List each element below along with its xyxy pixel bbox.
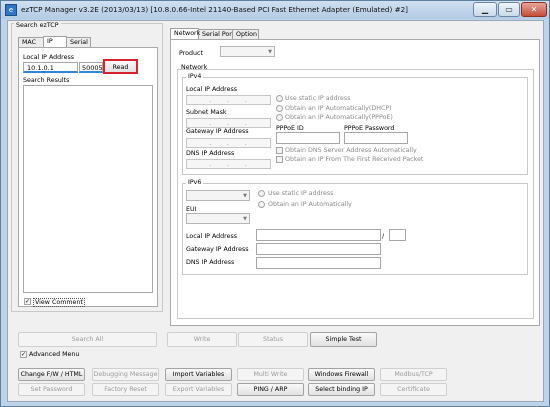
- modbus-tcp-button[interactable]: Modbus/TCP: [380, 368, 447, 381]
- pppoe-id-input[interactable]: [276, 132, 340, 144]
- dns-auto-checkbox[interactable]: [276, 147, 283, 154]
- product-select[interactable]: ▼: [220, 46, 275, 57]
- app-icon: e: [5, 4, 17, 16]
- certificate-button[interactable]: Certificate: [380, 383, 447, 396]
- ipv6-gateway-label: Gateway IP Address: [186, 246, 249, 253]
- window-title: ezTCP Manager v3.2E (2013/03/13) [10.8.0…: [21, 5, 408, 14]
- ipv4-local-ip-field[interactable]: . . .: [186, 95, 271, 105]
- local-ip-input[interactable]: 10.1.0.1: [23, 62, 78, 73]
- ipv6-local-ip-input[interactable]: [256, 229, 381, 241]
- subnet-mask-field[interactable]: . . .: [186, 118, 271, 128]
- ipv6-dns-label: DNS IP Address: [186, 259, 235, 266]
- product-label: Product: [179, 50, 203, 57]
- view-comment-label: View Comment: [33, 298, 85, 307]
- view-comment-checkbox[interactable]: ✓: [24, 298, 31, 305]
- factory-reset-button[interactable]: Factory Reset: [92, 383, 159, 396]
- read-button-label: Read: [112, 64, 129, 71]
- advanced-menu-label: Advanced Menu: [29, 351, 80, 358]
- ipv4-label: IPv4: [186, 73, 204, 80]
- ipv6-mode-select[interactable]: ▼: [186, 190, 250, 201]
- subnet-mask-label: Subnet Mask: [186, 109, 227, 116]
- windows-firewall-button[interactable]: Windows Firewall: [308, 368, 375, 381]
- ipv4-static-radio[interactable]: [276, 95, 283, 102]
- local-ip-value: 10.1.0.1: [27, 64, 54, 72]
- dropdown-arrow-icon: ▼: [268, 49, 272, 55]
- ipv4-dhcp-label: Obtain an IP Automatically(DHCP): [285, 105, 392, 112]
- pppoe-password-input[interactable]: [344, 132, 408, 144]
- tab-mac[interactable]: MAC: [18, 37, 44, 47]
- import-variables-button[interactable]: Import Variables: [165, 368, 232, 381]
- ipv6-prefix-input[interactable]: [389, 229, 406, 241]
- eui-label: EUI: [186, 206, 197, 213]
- checkmark-icon: ✓: [25, 298, 31, 305]
- ipv4-pppoe-radio[interactable]: [276, 114, 283, 121]
- title-bar[interactable]: e ezTCP Manager v3.2E (2013/03/13) [10.8…: [1, 1, 549, 19]
- ipv6-auto-label: Obtain an IP Automatically: [268, 201, 352, 208]
- gateway-ip-label: Gateway IP Address: [186, 128, 249, 135]
- multi-write-button[interactable]: Multi Write: [237, 368, 304, 381]
- first-packet-checkbox[interactable]: [276, 156, 283, 163]
- pppoe-id-label: PPPoE ID: [276, 125, 304, 132]
- export-variables-button[interactable]: Export Variables: [165, 383, 232, 396]
- change-fw-html-button[interactable]: Change F/W / HTML: [18, 368, 85, 381]
- minimize-icon[interactable]: ▁: [473, 2, 497, 17]
- ipv4-pppoe-label: Obtain an IP Automatically(PPPoE): [285, 114, 393, 121]
- checkmark-icon: ✓: [21, 351, 27, 358]
- first-packet-label: Obtain an IP From The First Received Pac…: [285, 156, 424, 163]
- dns-ip-field[interactable]: . . .: [186, 159, 271, 169]
- tab-ip[interactable]: IP: [43, 36, 67, 47]
- ipv6-label: IPv6: [186, 179, 204, 186]
- search-group-label: Search ezTCP: [14, 22, 61, 29]
- ipv4-dhcp-radio[interactable]: [276, 105, 283, 112]
- gateway-ip-field[interactable]: . . .: [186, 138, 271, 148]
- status-button[interactable]: Status: [238, 332, 308, 347]
- ipv6-gateway-input[interactable]: [256, 243, 381, 255]
- dns-auto-label: Obtain DNS Server Address Automatically: [285, 147, 417, 154]
- search-all-button[interactable]: Search All: [18, 332, 157, 347]
- select-binding-ip-button[interactable]: Select binding IP: [308, 383, 375, 396]
- port-value: 50005: [82, 64, 103, 72]
- client-area: Search ezTCP MAC IP Serial Local IP Addr…: [7, 20, 544, 402]
- app-window: e ezTCP Manager v3.2E (2013/03/13) [10.8…: [0, 0, 550, 407]
- write-button[interactable]: Write: [167, 332, 237, 347]
- dropdown-arrow-icon: ▼: [243, 193, 247, 199]
- tab-network[interactable]: Network: [170, 28, 200, 39]
- dropdown-arrow-icon: ▼: [243, 216, 247, 222]
- debugging-message-button[interactable]: Debugging Message: [92, 368, 159, 381]
- search-results-label: Search Results: [23, 77, 70, 84]
- ipv6-static-radio[interactable]: [258, 190, 265, 197]
- simple-test-button[interactable]: Simple Test: [310, 332, 377, 347]
- ipv4-local-ip-label: Local IP Address: [186, 86, 238, 93]
- pppoe-password-label: PPPoE Password: [344, 125, 395, 132]
- maximize-icon[interactable]: ▭: [498, 2, 520, 17]
- set-password-button[interactable]: Set Password: [18, 383, 85, 396]
- prefix-slash: /: [382, 233, 385, 240]
- search-results-list[interactable]: [23, 85, 153, 293]
- ipv6-local-ip-label: Local IP Address: [186, 233, 238, 240]
- ipv6-dns-input[interactable]: [256, 257, 381, 269]
- close-icon[interactable]: ✕: [521, 2, 547, 17]
- port-input[interactable]: 50005: [79, 62, 103, 73]
- ipv6-static-label: Use static IP address: [268, 190, 334, 197]
- tab-option[interactable]: Option: [232, 29, 259, 39]
- ping-arp-button[interactable]: PING / ARP: [237, 383, 304, 396]
- ipv4-static-label: Use static IP address: [285, 95, 351, 102]
- tab-serial-port[interactable]: Serial Port: [198, 29, 234, 39]
- eui-select[interactable]: ▼: [186, 213, 250, 224]
- local-ip-label: Local IP Address: [23, 54, 75, 61]
- advanced-menu-checkbox[interactable]: ✓: [20, 351, 27, 358]
- tab-serial[interactable]: Serial: [66, 37, 91, 47]
- dns-ip-label: DNS IP Address: [186, 150, 235, 157]
- ipv6-auto-radio[interactable]: [258, 201, 265, 208]
- read-button[interactable]: Read: [103, 59, 138, 74]
